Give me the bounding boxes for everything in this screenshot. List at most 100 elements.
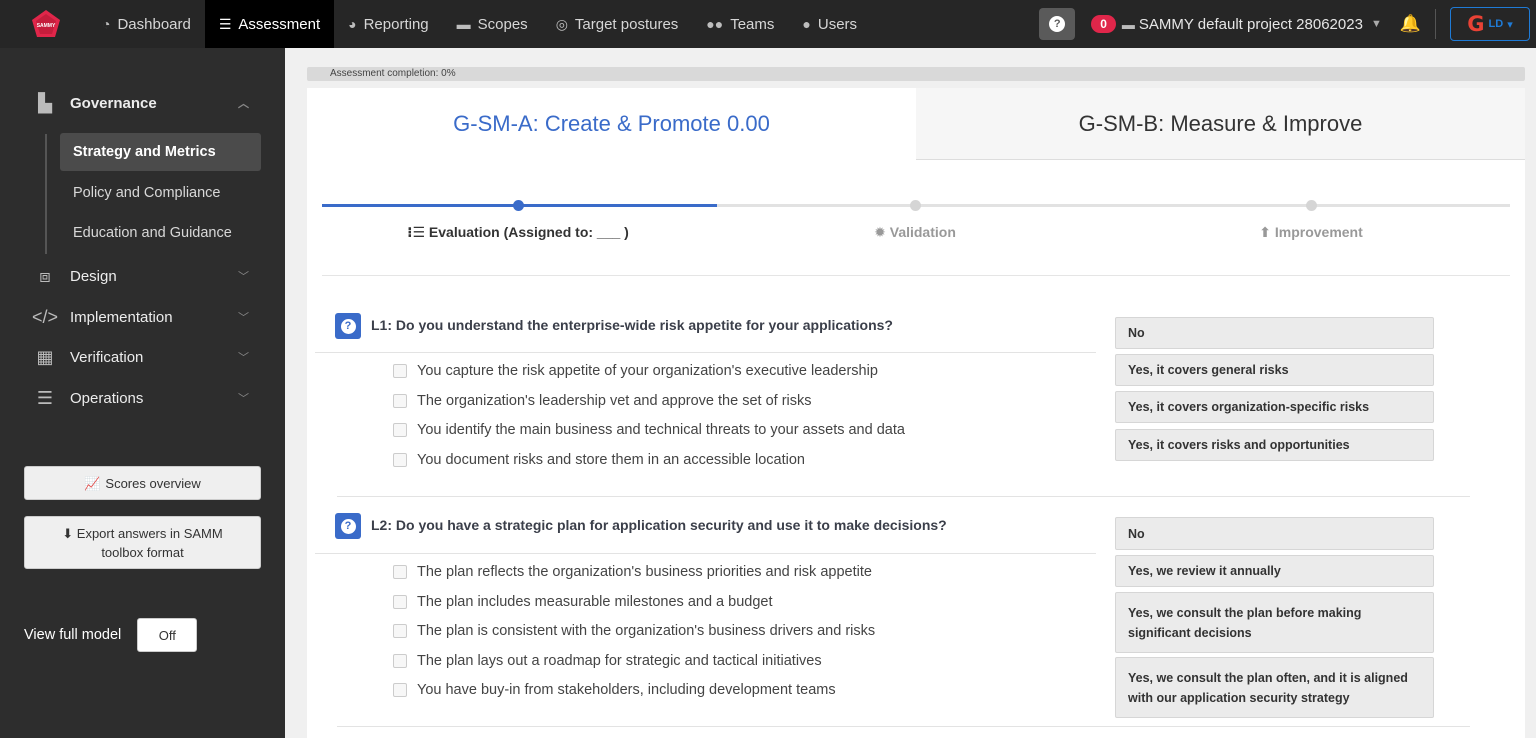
nav-reporting-label: Reporting [363,15,429,33]
submenu-guide-line [45,134,47,254]
nav-teams-label: Teams [730,15,775,33]
top-navbar: SAMMY ◔ Dashboard ☰ Assessment ◕ Reporting … [0,0,1536,48]
criterion-checkbox[interactable] [393,394,407,408]
criterion-checkbox[interactable] [393,624,407,638]
sidebar-section-label: Governance [70,94,157,112]
answer-option[interactable]: No [1115,317,1434,349]
criterion-item[interactable]: You have buy-in from stakeholders, inclu… [393,682,836,698]
question-separator [337,496,1470,497]
chip-icon: ▦ [36,346,54,367]
criterion-checkbox[interactable] [393,453,407,467]
answer-option[interactable]: Yes, we consult the plan often, and it i… [1115,657,1434,718]
step-improvement[interactable]: ⬆ Improvement [1259,224,1363,241]
user-menu-button[interactable]: G LD ▾ [1450,7,1530,41]
stream-tabs: G-SM-A: Create & Promote 0.00 G-SM-B: Me… [307,88,1525,160]
nav-assessment-label: Assessment [238,15,321,33]
header-divider [1435,9,1436,39]
stepper-divider [322,275,1510,276]
answer-option[interactable]: Yes, we review it annually [1115,555,1434,587]
sidebar-section-governance[interactable]: ▙ Governance ︿ [0,86,285,120]
criterion-checkbox[interactable] [393,565,407,579]
view-full-model-toggle[interactable]: Off [137,618,198,652]
criterion-checkbox[interactable] [393,595,407,609]
nav-users-label: Users [817,15,858,33]
criterion-item[interactable]: You identify the main business and techn… [393,422,905,438]
question-underline [315,352,1096,353]
pie-chart-icon: ◕ [348,16,357,32]
google-icon: G [1467,12,1485,36]
step-validation[interactable]: ✹ Validation [874,224,956,241]
criterion-checkbox[interactable] [393,364,407,378]
project-selector[interactable]: ▬ SAMMY default project 28062023 ▼ [1122,16,1382,33]
logo-text: SAMMY [37,23,56,29]
tab-g-sm-b[interactable]: G-SM-B: Measure & Improve [916,88,1525,160]
criterion-item[interactable]: The plan reflects the organization's bus… [393,564,872,580]
chevron-down-icon: ﹀ [238,312,249,324]
scores-overview-button[interactable]: 📈 Scores overview [24,466,261,500]
sammy-logo[interactable]: SAMMY [22,0,70,48]
step-dot-evaluation[interactable] [513,200,524,211]
cog-icon: ✹ [874,224,890,240]
view-full-model-label: View full model [24,627,122,643]
nav-scopes[interactable]: ▬ Scopes [443,0,542,48]
answer-option[interactable]: Yes, it covers general risks [1115,354,1434,386]
nav-dashboard[interactable]: ◔ Dashboard [88,0,205,48]
sidebar-section-design[interactable]: ⧈ Design ﹀ [0,260,285,292]
sidebar-section-implementation[interactable]: </> Implementation ﹀ [0,301,285,333]
view-full-model-row: View full model Off [24,618,198,652]
nav-teams[interactable]: ●● Teams [692,0,788,48]
sidebar-item-education-and-guidance[interactable]: Education and Guidance [60,214,261,252]
scores-overview-label: Scores overview [105,475,201,491]
nav-users[interactable]: ● Users [788,0,871,48]
chevron-down-icon: ﹀ [238,271,249,283]
answer-option[interactable]: No [1115,517,1434,550]
criterion-item[interactable]: You document risks and store them in an … [393,452,805,468]
step-evaluation-label: Evaluation (Assigned to: ___ ) [428,224,629,240]
sidebar-section-label: Verification [70,348,144,366]
answer-option[interactable]: Yes, it covers organization-specific ris… [1115,391,1434,423]
notification-count-badge[interactable]: 0 [1091,15,1116,33]
help-button[interactable]: ? [1039,8,1076,40]
chevron-down-icon: ﹀ [238,352,249,364]
main-nav: ◔ Dashboard ☰ Assessment ◕ Reporting ▬ Scope… [88,0,871,48]
user-icon: ● [802,16,811,32]
step-dot-improvement[interactable] [1306,200,1317,211]
export-answers-button[interactable]: ⬇ Export answers in SAMM toolbox format [24,516,261,569]
criterion-checkbox[interactable] [393,654,407,668]
nav-reporting[interactable]: ◕ Reporting [334,0,443,48]
criterion-label: The plan reflects the organization's bus… [417,564,872,580]
chevron-down-icon: ﹀ [238,393,249,405]
criterion-item[interactable]: The plan lays out a roadmap for strategi… [393,653,822,669]
list-ol-icon: ⁝☰ [407,224,429,240]
tab-g-sm-a[interactable]: G-SM-A: Create & Promote 0.00 [307,88,916,160]
step-dot-validation[interactable] [910,200,921,211]
step-improvement-label: Improvement [1274,224,1363,240]
sidebar-section-verification[interactable]: ▦ Verification ﹀ [0,341,285,373]
code-icon: </> [32,306,59,327]
briefcase-icon: ▬ [456,16,471,32]
assessment-completion-bar: Assessment completion: 0% [307,67,1525,81]
criterion-item[interactable]: The plan is consistent with the organiza… [393,623,875,639]
bell-icon[interactable]: 🔔 [1400,14,1421,34]
criterion-label: You document risks and store them in an … [417,452,805,468]
nav-target-postures[interactable]: ◎ Target postures [542,0,693,48]
question-help-button[interactable]: ? [335,313,361,339]
sidebar-section-label: Operations [70,389,144,407]
criterion-item[interactable]: The organization's leadership vet and ap… [393,393,812,409]
step-evaluation[interactable]: ⁝☰ Evaluation (Assigned to: ___ ) [407,224,629,241]
criterion-item[interactable]: The plan includes measurable milestones … [393,594,772,610]
answer-option[interactable]: Yes, we consult the plan before making s… [1115,592,1434,653]
chevron-down-icon: ▾ [1507,18,1513,31]
criterion-checkbox[interactable] [393,683,407,697]
nav-assessment[interactable]: ☰ Assessment [204,0,335,48]
question-icon: ? [1049,16,1066,32]
sidebar-item-policy-and-compliance[interactable]: Policy and Compliance [60,174,261,212]
criterion-checkbox[interactable] [393,423,407,437]
sidebar-item-label: Policy and Compliance [73,185,221,201]
criterion-item[interactable]: You capture the risk appetite of your or… [393,363,878,379]
sidebar-section-operations[interactable]: ☰ Operations ﹀ [0,382,285,414]
question-help-button[interactable]: ? [335,513,361,539]
sidebar-item-strategy-and-metrics[interactable]: Strategy and Metrics [60,133,261,171]
question-underline [315,553,1096,554]
answer-option[interactable]: Yes, it covers risks and opportunities [1115,429,1434,461]
